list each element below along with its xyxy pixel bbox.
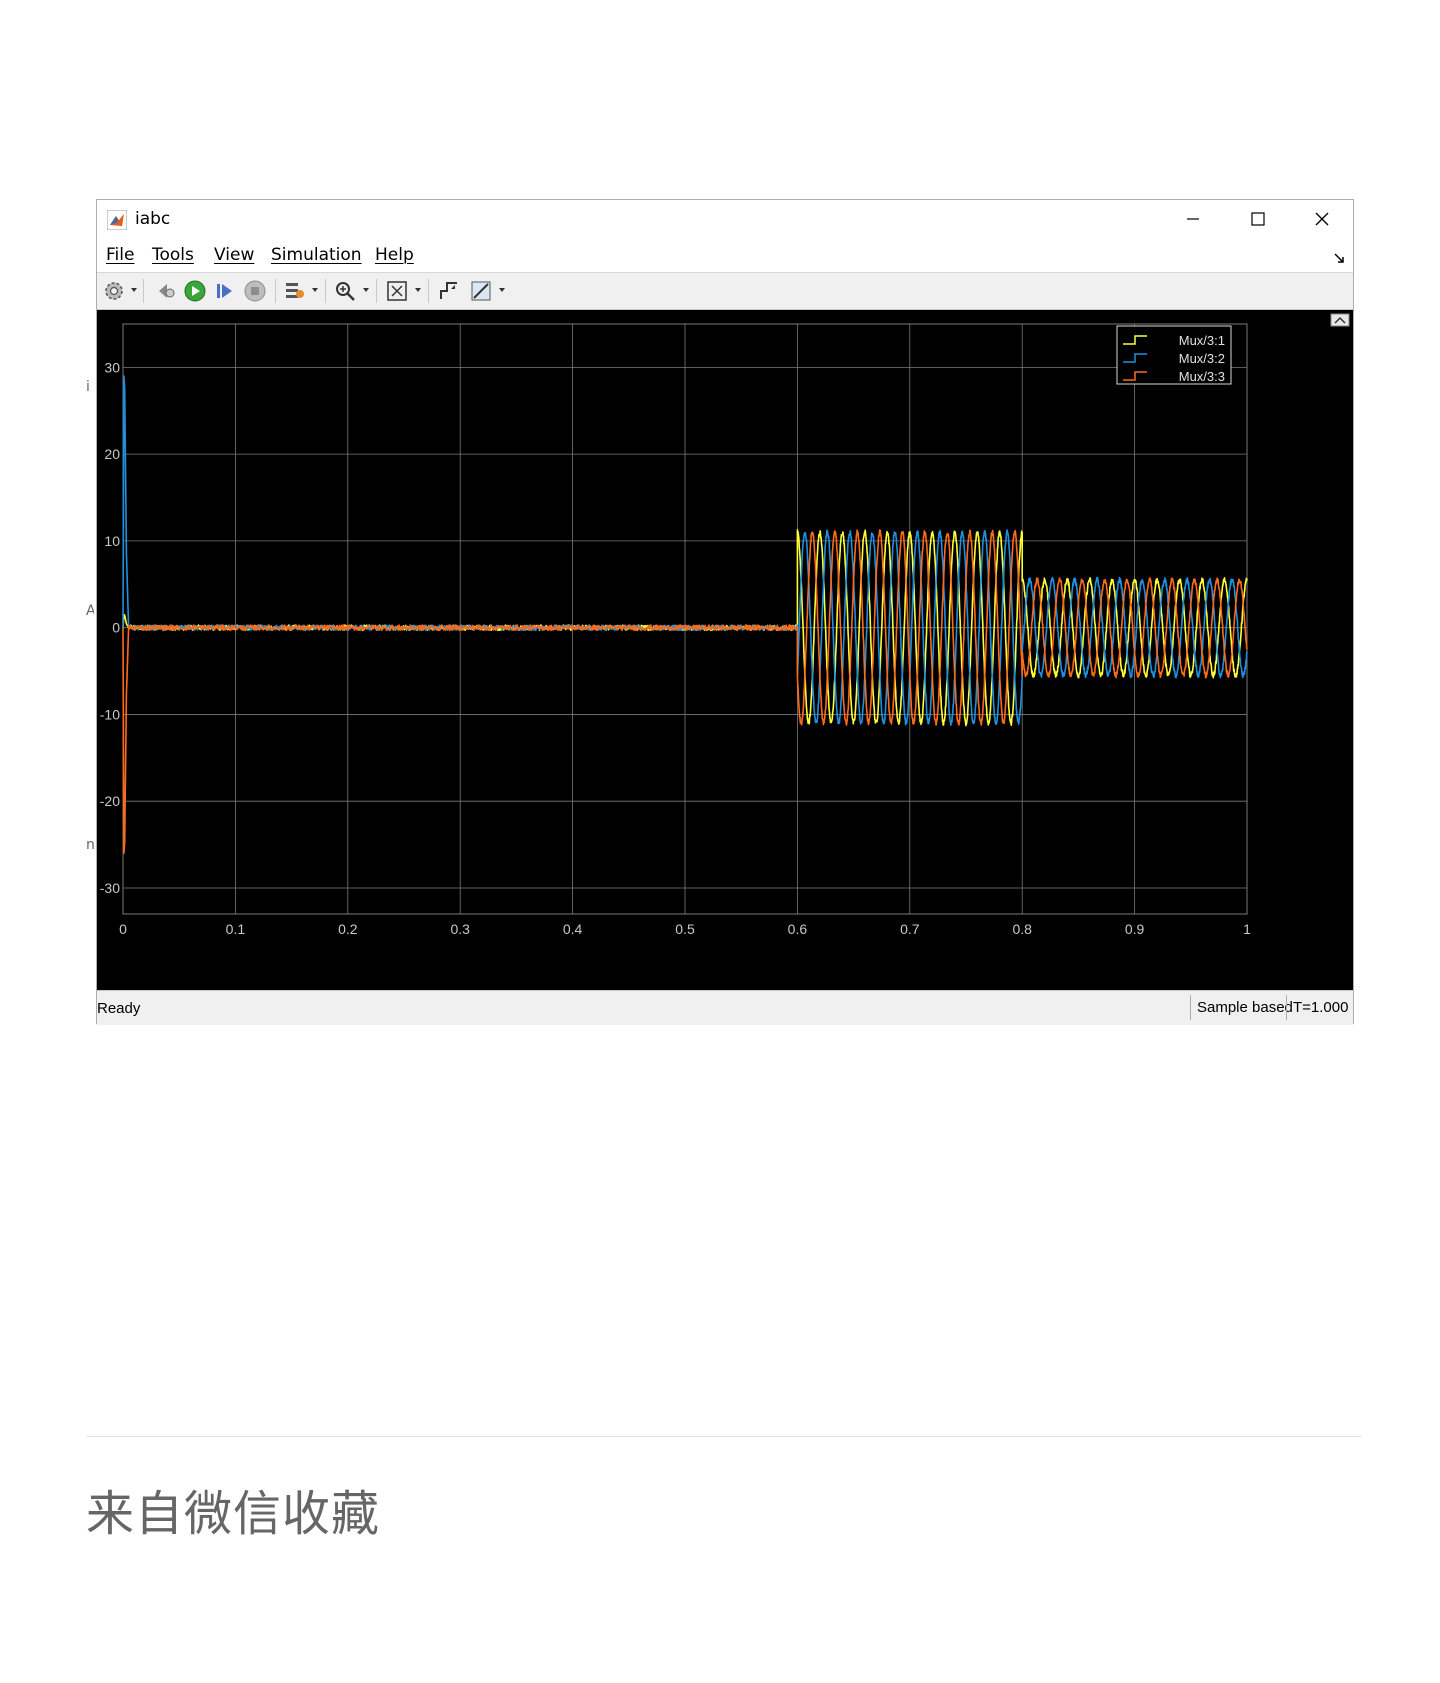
background-fragment: n bbox=[86, 838, 94, 852]
y-tick-label: -30 bbox=[100, 880, 120, 896]
legend-label: Mux/3:1 bbox=[1179, 333, 1225, 348]
zoom-dropdown-icon[interactable] bbox=[363, 288, 369, 292]
legend-label: Mux/3:2 bbox=[1179, 351, 1225, 366]
background-fragment: i bbox=[86, 380, 90, 394]
close-button[interactable] bbox=[1291, 200, 1353, 238]
scope-chart: 0 0.1 0.2 0.3 0.4 0.5 0.6 0.7 0.8 0.9 1 30 20 10 0 -10 -… bbox=[100, 313, 1350, 937]
close-icon bbox=[1315, 212, 1329, 226]
menu-bar: File Tools View Simulation Help bbox=[97, 238, 1353, 273]
menu-view[interactable]: View bbox=[214, 245, 254, 265]
x-tick-label: 0 bbox=[119, 921, 127, 937]
window-title: iabc bbox=[135, 209, 171, 229]
x-tick-label: 0.1 bbox=[226, 921, 246, 937]
autoscale-icon[interactable] bbox=[385, 279, 409, 303]
status-ready: Ready bbox=[97, 1000, 141, 1017]
y-tick-label: -10 bbox=[100, 706, 120, 722]
x-tick-label: 0.4 bbox=[563, 921, 583, 937]
x-tick-label: 0.6 bbox=[788, 921, 808, 937]
toolbar-separator bbox=[325, 279, 326, 303]
expand-arrow-icon[interactable] bbox=[1333, 252, 1345, 264]
divider bbox=[86, 1436, 1362, 1437]
menu-file[interactable]: File bbox=[106, 245, 134, 265]
background-fragment: A bbox=[86, 604, 94, 618]
minimize-icon bbox=[1187, 218, 1199, 220]
triggers-icon[interactable] bbox=[437, 279, 461, 303]
minimize-button[interactable] bbox=[1162, 200, 1224, 238]
toolbar-separator bbox=[275, 279, 276, 303]
x-tick-label: 0.9 bbox=[1125, 921, 1145, 937]
matlab-icon bbox=[107, 210, 127, 230]
maximize-icon bbox=[1251, 212, 1265, 226]
scope-window: iabc File Tools View Simulation Help 0 0… bbox=[96, 199, 1354, 1025]
legend-label: Mux/3:3 bbox=[1179, 369, 1225, 384]
scope-display: 0 0.1 0.2 0.3 0.4 0.5 0.6 0.7 0.8 0.9 1 30 20 10 0 -10 -… bbox=[97, 310, 1353, 990]
toolbar bbox=[97, 273, 1353, 310]
signal-tools-icon[interactable] bbox=[283, 279, 307, 303]
measurements-icon[interactable] bbox=[469, 279, 493, 303]
status-time: T=1.000 bbox=[1286, 995, 1354, 1020]
menu-simulation[interactable]: Simulation bbox=[271, 245, 362, 265]
toolbar-separator bbox=[428, 279, 429, 303]
x-tick-label: 0.2 bbox=[338, 921, 358, 937]
maximize-button[interactable] bbox=[1227, 200, 1289, 238]
undock-button[interactable] bbox=[1330, 313, 1350, 327]
signal-tools-dropdown-icon[interactable] bbox=[312, 288, 318, 292]
toolbar-separator bbox=[143, 279, 144, 303]
y-tick-label: 0 bbox=[112, 620, 120, 636]
step-back-icon[interactable] bbox=[153, 279, 177, 303]
menu-tools[interactable]: Tools bbox=[152, 245, 194, 265]
settings-icon[interactable] bbox=[102, 279, 126, 303]
y-tick-label: 30 bbox=[104, 359, 120, 375]
autoscale-dropdown-icon[interactable] bbox=[415, 288, 421, 292]
y-tick-label: -20 bbox=[100, 793, 120, 809]
menu-help[interactable]: Help bbox=[375, 245, 414, 265]
settings-dropdown-icon[interactable] bbox=[131, 288, 137, 292]
footer-text: 来自微信收藏 bbox=[86, 1486, 381, 1542]
run-icon[interactable] bbox=[183, 279, 207, 303]
zoom-icon[interactable] bbox=[333, 279, 357, 303]
x-tick-label: 0.3 bbox=[450, 921, 470, 937]
x-tick-label: 1 bbox=[1243, 921, 1251, 937]
x-tick-label: 0.8 bbox=[1012, 921, 1032, 937]
y-tick-label: 20 bbox=[104, 446, 120, 462]
title-bar: iabc bbox=[97, 200, 1353, 238]
x-tick-label: 0.5 bbox=[675, 921, 695, 937]
step-forward-icon[interactable] bbox=[213, 279, 237, 303]
y-tick-label: 10 bbox=[104, 533, 120, 549]
measurements-dropdown-icon[interactable] bbox=[499, 288, 505, 292]
toolbar-separator bbox=[376, 279, 377, 303]
status-sample-mode: Sample based bbox=[1190, 995, 1299, 1020]
stop-icon[interactable] bbox=[243, 279, 267, 303]
status-bar: Ready Sample based T=1.000 bbox=[97, 990, 1353, 1025]
x-tick-label: 0.7 bbox=[900, 921, 920, 937]
